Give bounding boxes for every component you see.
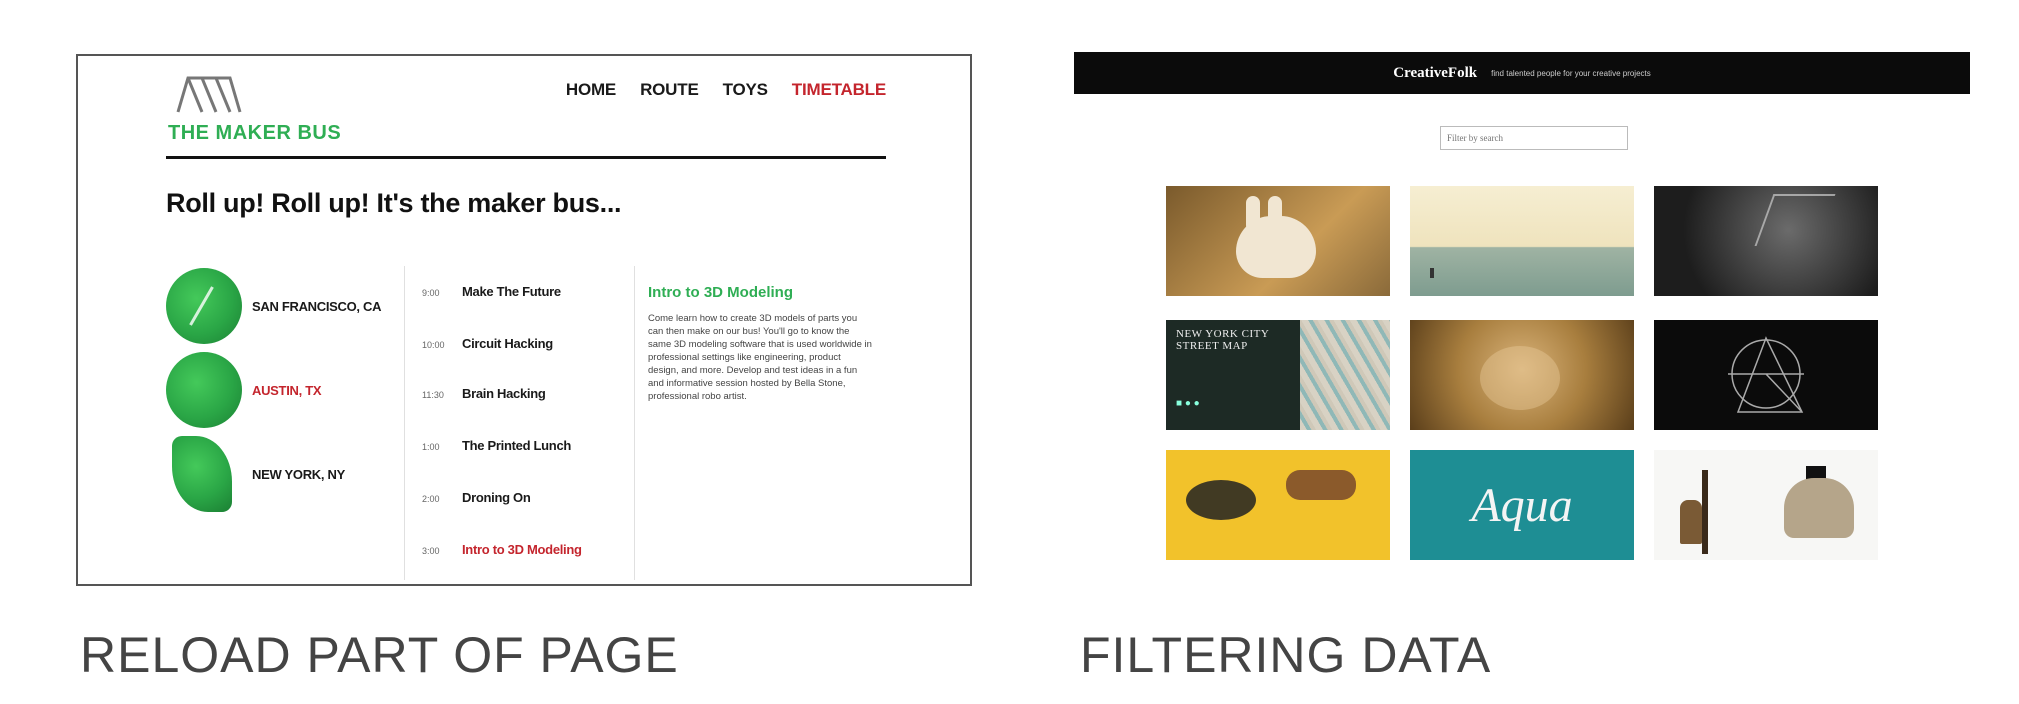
schedule-item[interactable]: 1:00 The Printed Lunch: [422, 438, 571, 453]
aqua-lettering: Aqua: [1471, 478, 1573, 532]
location-austin[interactable]: AUSTIN, TX: [166, 352, 322, 428]
nav-route[interactable]: ROUTE: [640, 80, 699, 100]
street-map-icon: [1300, 320, 1390, 430]
location-photo: [166, 352, 242, 428]
schedule-event: Make The Future: [462, 284, 561, 299]
schedule-time: 3:00: [422, 546, 440, 556]
portfolio-tile[interactable]: [1654, 186, 1878, 296]
caption-filtering: FILTERING DATA: [1080, 627, 1492, 683]
location-photo: [166, 268, 242, 344]
maker-bus-screenshot: THE MAKER BUS HOME ROUTE TOYS TIMETABLE …: [76, 54, 972, 586]
session-description: Come learn how to create 3D models of pa…: [648, 313, 872, 402]
filter-search-input[interactable]: [1440, 126, 1628, 150]
schedule-time: 11:30: [422, 390, 444, 400]
nav-toys[interactable]: TOYS: [723, 80, 768, 100]
deer-photo-icon: [1754, 194, 1836, 246]
portfolio-tile[interactable]: Aqua: [1410, 450, 1634, 560]
schedule-event: Circuit Hacking: [462, 336, 553, 351]
header-divider: [166, 156, 886, 159]
location-label: NEW YORK, NY: [252, 466, 345, 482]
map-title: NEW YORK CITY STREET MAP: [1176, 328, 1269, 352]
schedule-time: 10:00: [422, 340, 445, 350]
creature-figure: [1784, 478, 1854, 538]
portfolio-tile[interactable]: [1410, 320, 1634, 430]
creativefolk-logo[interactable]: CreativeFolk: [1393, 65, 1477, 82]
column-divider: [404, 266, 405, 580]
map-dots: ■ ● ●: [1176, 398, 1200, 409]
creativefolk-header: CreativeFolk find talented people for yo…: [1074, 52, 1970, 94]
location-new-york[interactable]: NEW YORK, NY: [166, 436, 345, 512]
schedule-time: 2:00: [422, 494, 440, 504]
dog-figure: [1286, 470, 1356, 500]
session-title: Intro to 3D Modeling: [648, 284, 793, 301]
bear-photo-icon: [1480, 346, 1560, 410]
schedule-time: 9:00: [422, 288, 440, 298]
seascape-photo-icon: [1430, 268, 1434, 278]
figures-illustration-icon: [1702, 470, 1708, 554]
column-divider: [634, 266, 635, 580]
geometric-logo-icon: [1728, 336, 1804, 413]
schedule-event: The Printed Lunch: [462, 438, 572, 453]
schedule-item[interactable]: 3:00 Intro to 3D Modeling: [422, 542, 582, 557]
maker-bus-nav: HOME ROUTE TOYS TIMETABLE: [566, 80, 886, 100]
schedule-event: Intro to 3D Modeling: [462, 542, 582, 557]
portfolio-tile[interactable]: NEW YORK CITY STREET MAP ■ ● ●: [1166, 320, 1390, 430]
location-photo: [172, 436, 232, 512]
schedule-time: 1:00: [422, 442, 440, 452]
caption-reload: RELOAD PART OF PAGE: [80, 627, 679, 683]
schedule-item[interactable]: 10:00 Circuit Hacking: [422, 336, 553, 351]
portfolio-tile[interactable]: [1654, 450, 1878, 560]
rabbit-body: [1236, 216, 1316, 278]
creativefolk-tagline: find talented people for your creative p…: [1491, 68, 1651, 78]
portfolio-tile[interactable]: [1410, 186, 1634, 296]
schedule-item[interactable]: 2:00 Droning On: [422, 490, 531, 505]
dog-illustration-icon: [1186, 480, 1256, 520]
location-label: AUSTIN, TX: [252, 382, 322, 398]
maker-bus-brand: THE MAKER BUS: [168, 122, 342, 144]
location-label: SAN FRANCISCO, CA: [252, 298, 382, 314]
portfolio-tile[interactable]: [1166, 450, 1390, 560]
schedule-event: Brain Hacking: [462, 386, 546, 401]
location-san-francisco[interactable]: SAN FRANCISCO, CA: [166, 268, 382, 344]
nav-timetable[interactable]: TIMETABLE: [792, 80, 886, 100]
nav-home[interactable]: HOME: [566, 80, 616, 100]
child-figure: [1680, 500, 1702, 544]
portfolio-tile[interactable]: [1654, 320, 1878, 430]
portfolio-tile[interactable]: [1166, 186, 1390, 296]
maker-bus-logo-icon: [176, 76, 242, 113]
schedule-item[interactable]: 11:30 Brain Hacking: [422, 386, 546, 401]
page-heading: Roll up! Roll up! It's the maker bus...: [166, 188, 622, 218]
schedule-event: Droning On: [462, 490, 531, 505]
schedule-item[interactable]: 9:00 Make The Future: [422, 284, 561, 299]
